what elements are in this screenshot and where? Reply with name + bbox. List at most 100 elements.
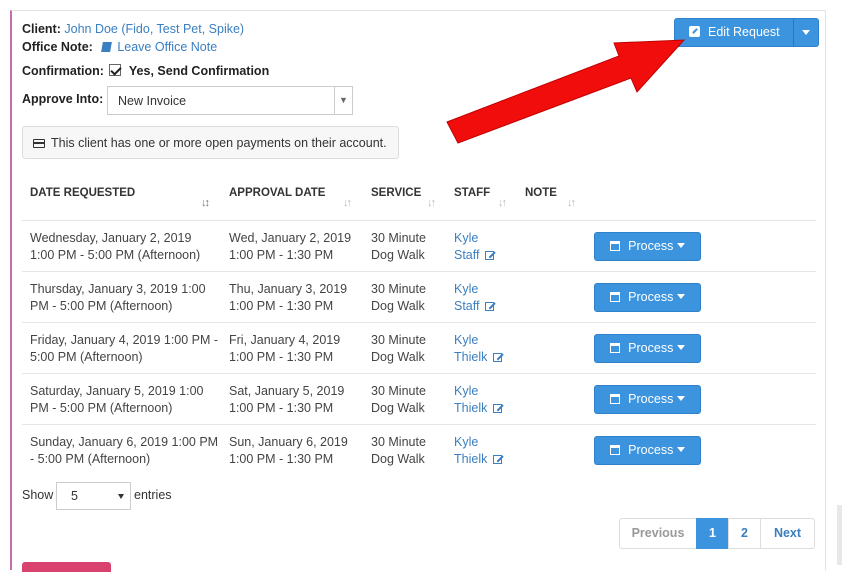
divider xyxy=(22,271,816,272)
edit-icon[interactable] xyxy=(493,353,503,362)
service-line: 30 Minute xyxy=(371,435,426,449)
process-button[interactable]: Process xyxy=(594,436,701,465)
staff-cell[interactable]: Kyle Staff xyxy=(454,230,495,264)
page-length-select[interactable]: 5 xyxy=(56,482,131,510)
divider xyxy=(22,220,816,221)
staff-cell[interactable]: Kyle Staff xyxy=(454,281,495,315)
process-label: Process xyxy=(628,290,674,304)
arrow-shape xyxy=(446,39,686,144)
caret-down-icon xyxy=(676,294,685,299)
approval-date-cell: Sun, January 6, 2019 1:00 PM - 1:30 PM xyxy=(229,434,348,468)
staff-first[interactable]: Kyle xyxy=(454,332,502,349)
divider xyxy=(22,424,816,425)
approval-time-line: 1:00 PM - 1:30 PM xyxy=(229,299,334,313)
caret-down-icon xyxy=(118,494,124,499)
service-cell: 30 Minute Dog Walk xyxy=(371,230,426,264)
approval-date-line: Wed, January 2, 2019 xyxy=(229,231,352,245)
time-line: 5:00 PM (Afternoon) xyxy=(30,350,143,364)
calendar-icon xyxy=(610,292,621,302)
service-cell: 30 Minute Dog Walk xyxy=(371,281,426,315)
staff-first[interactable]: Kyle xyxy=(454,281,494,298)
date-requested-cell: Thursday, January 3, 2019 1:00 PM - 5:00 … xyxy=(30,281,206,315)
calendar-icon xyxy=(610,343,621,353)
service-line: Dog Walk xyxy=(371,299,425,313)
date-line: Thursday, January 3, 2019 1:00 xyxy=(30,282,206,296)
page-1-button[interactable]: 1 xyxy=(696,518,729,549)
caret-down-icon xyxy=(676,345,685,350)
date-line: Sunday, January 6, 2019 1:00 PM xyxy=(30,435,219,449)
edit-icon[interactable] xyxy=(485,251,495,260)
sort-icon[interactable]: ↓↑ xyxy=(427,197,436,209)
col-service[interactable]: SERVICE xyxy=(371,187,421,199)
approval-date-line: Sun, January 6, 2019 xyxy=(229,435,348,449)
next-page-button[interactable]: Next xyxy=(760,518,815,549)
date-line: Wednesday, January 2, 2019 xyxy=(30,231,192,245)
process-button[interactable]: Process xyxy=(594,334,701,363)
service-line: 30 Minute xyxy=(371,333,426,347)
col-date-requested[interactable]: DATE REQUESTED xyxy=(30,187,135,199)
staff-last[interactable]: Thielk xyxy=(454,401,487,415)
sort-icon[interactable]: ↓↑ xyxy=(343,197,352,209)
staff-last[interactable]: Staff xyxy=(454,248,479,262)
service-line: 30 Minute xyxy=(371,282,426,296)
service-line: Dog Walk xyxy=(371,401,425,415)
staff-last[interactable]: Staff xyxy=(454,299,479,313)
staff-first[interactable]: Kyle xyxy=(454,383,502,400)
caret-down-icon xyxy=(676,447,685,452)
approval-date-cell: Sat, January 5, 2019 1:00 PM - 1:30 PM xyxy=(229,383,344,417)
process-label: Process xyxy=(628,392,674,406)
staff-cell[interactable]: Kyle Thielk xyxy=(454,383,503,417)
col-staff[interactable]: STAFF xyxy=(454,187,490,199)
process-button[interactable]: Process xyxy=(594,283,701,312)
sort-icon[interactable]: ↓↑ xyxy=(498,197,507,209)
approval-date-cell: Thu, January 3, 2019 1:00 PM - 1:30 PM xyxy=(229,281,347,315)
approval-date-line: Sat, January 5, 2019 xyxy=(229,384,345,398)
page-length-value: 5 xyxy=(71,489,78,503)
staff-cell[interactable]: Kyle Thielk xyxy=(454,434,503,468)
approval-date-line: Fri, January 4, 2019 xyxy=(229,333,341,347)
bottom-action-button[interactable] xyxy=(22,562,111,572)
date-requested-cell: Sunday, January 6, 2019 1:00 PM - 5:00 PM… xyxy=(30,434,218,468)
process-button[interactable]: Process xyxy=(594,232,701,261)
previous-page-button[interactable]: Previous xyxy=(619,518,697,549)
service-line: Dog Walk xyxy=(371,452,425,466)
edit-icon[interactable] xyxy=(493,404,503,413)
service-line: 30 Minute xyxy=(371,231,426,245)
scrollbar-edge xyxy=(837,505,842,565)
process-label: Process xyxy=(628,443,674,457)
caret-down-icon xyxy=(676,243,685,248)
pagination: Previous 1 2 Next xyxy=(619,518,815,549)
approval-time-line: 1:00 PM - 1:30 PM xyxy=(229,248,334,262)
sort-icon[interactable]: ↓↑ xyxy=(567,197,576,209)
staff-first[interactable]: Kyle xyxy=(454,434,502,451)
time-line: 1:00 PM - 5:00 PM (Afternoon) xyxy=(30,248,201,262)
col-note[interactable]: NOTE xyxy=(525,187,557,199)
date-requested-cell: Wednesday, January 2, 2019 1:00 PM - 5:00… xyxy=(30,230,200,264)
service-cell: 30 Minute Dog Walk xyxy=(371,383,426,417)
service-line: 30 Minute xyxy=(371,384,426,398)
approval-time-line: 1:00 PM - 1:30 PM xyxy=(229,401,334,415)
service-cell: 30 Minute Dog Walk xyxy=(371,434,426,468)
staff-first[interactable]: Kyle xyxy=(454,230,494,247)
page-2-button[interactable]: 2 xyxy=(728,518,761,549)
process-label: Process xyxy=(628,341,674,355)
approval-date-cell: Fri, January 4, 2019 1:00 PM - 1:30 PM xyxy=(229,332,340,366)
staff-cell[interactable]: Kyle Thielk xyxy=(454,332,503,366)
service-line: Dog Walk xyxy=(371,248,425,262)
date-requested-cell: Friday, January 4, 2019 1:00 PM - 5:00 PM… xyxy=(30,332,218,366)
approval-time-line: 1:00 PM - 1:30 PM xyxy=(229,452,334,466)
sort-desc-icon[interactable]: ↓↕ xyxy=(201,197,210,209)
service-line: Dog Walk xyxy=(371,350,425,364)
staff-last[interactable]: Thielk xyxy=(454,452,487,466)
col-approval-date[interactable]: APPROVAL DATE xyxy=(229,187,325,199)
calendar-icon xyxy=(610,394,621,404)
edit-icon[interactable] xyxy=(493,455,503,464)
staff-last[interactable]: Thielk xyxy=(454,350,487,364)
process-button[interactable]: Process xyxy=(594,385,701,414)
date-line: Saturday, January 5, 2019 1:00 xyxy=(30,384,204,398)
divider xyxy=(22,322,816,323)
process-label: Process xyxy=(628,239,674,253)
entries-label: entries xyxy=(134,488,172,502)
edit-icon[interactable] xyxy=(485,302,495,311)
time-line: - 5:00 PM (Afternoon) xyxy=(30,452,151,466)
